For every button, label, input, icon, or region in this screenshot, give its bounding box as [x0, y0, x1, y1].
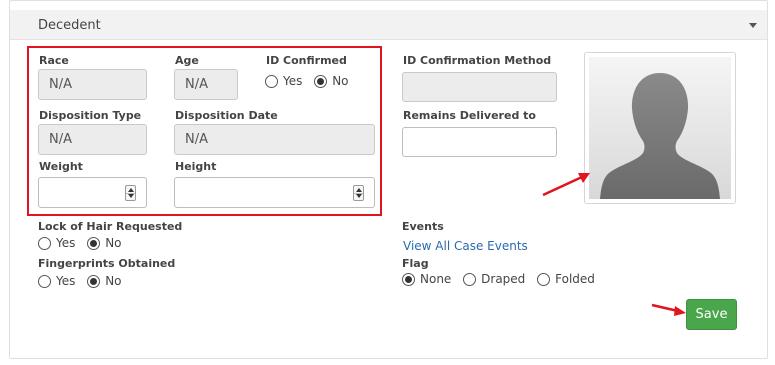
panel-title: Decedent [38, 18, 101, 33]
id-confirmation-method-field [402, 72, 557, 102]
height-label: Height [175, 160, 217, 173]
weight-label: Weight [39, 160, 83, 173]
id-confirmed-no-label: No [332, 74, 349, 88]
lock-of-hair-yes-option[interactable]: Yes [38, 236, 75, 250]
disposition-type-label: Disposition Type [39, 109, 142, 122]
save-button[interactable]: Save [686, 299, 737, 330]
flag-draped-option[interactable]: Draped [463, 272, 525, 286]
race-field: N/A [38, 69, 147, 100]
id-confirmed-no-option[interactable]: No [314, 74, 349, 88]
fingerprints-no-radio[interactable] [87, 274, 101, 288]
fingerprints-no-label: No [105, 274, 122, 288]
view-all-case-events-link[interactable]: View All Case Events [403, 239, 528, 253]
race-label: Race [39, 54, 69, 67]
flag-none-label: None [420, 272, 452, 286]
fingerprints-yes-option[interactable]: Yes [38, 274, 75, 288]
disposition-type-field: N/A [38, 124, 147, 155]
stepper-up-icon[interactable] [356, 188, 362, 192]
decedent-panel-header[interactable]: Decedent [10, 10, 767, 40]
lock-of-hair-yes-label: Yes [56, 236, 76, 250]
flag-none-option[interactable]: None [402, 272, 451, 286]
lock-of-hair-yes-radio[interactable] [38, 236, 51, 250]
lock-of-hair-radio-group: Yes No [38, 236, 130, 253]
flag-label: Flag [402, 257, 429, 270]
lock-of-hair-no-label: No [105, 236, 122, 250]
decedent-photo[interactable] [584, 52, 736, 204]
events-label: Events [402, 220, 444, 233]
id-confirmed-no-radio[interactable] [314, 74, 328, 88]
lock-of-hair-no-option[interactable]: No [87, 236, 122, 250]
id-confirmed-radio-group: Yes No [265, 74, 357, 91]
remains-delivered-to-label: Remains Delivered to [403, 109, 536, 122]
height-stepper[interactable] [353, 185, 364, 201]
flag-radio-group: None Draped Folded [402, 272, 603, 289]
lock-of-hair-label: Lock of Hair Requested [38, 220, 183, 233]
age-field: N/A [174, 69, 238, 100]
height-input[interactable] [174, 177, 375, 208]
person-silhouette-icon [589, 57, 731, 199]
chevron-down-icon[interactable] [749, 23, 757, 28]
flag-folded-label: Folded [555, 272, 595, 286]
stepper-down-icon[interactable] [356, 194, 362, 198]
weight-stepper[interactable] [125, 185, 136, 201]
disposition-date-field: N/A [174, 124, 375, 155]
id-confirmed-label: ID Confirmed [266, 54, 347, 67]
fingerprints-yes-radio[interactable] [38, 274, 51, 288]
id-confirmed-yes-option[interactable]: Yes [265, 74, 302, 88]
flag-folded-option[interactable]: Folded [537, 272, 595, 286]
id-confirmed-yes-label: Yes [283, 74, 303, 88]
age-label: Age [175, 54, 199, 67]
flag-draped-radio[interactable] [463, 272, 477, 286]
fingerprints-label: Fingerprints Obtained [38, 257, 176, 270]
id-confirmed-yes-radio[interactable] [265, 74, 278, 88]
remains-delivered-to-input[interactable] [402, 127, 557, 157]
flag-draped-label: Draped [481, 272, 526, 286]
disposition-date-label: Disposition Date [175, 109, 278, 122]
stepper-down-icon[interactable] [128, 194, 134, 198]
fingerprints-no-option[interactable]: No [87, 274, 122, 288]
lock-of-hair-no-radio[interactable] [87, 236, 101, 250]
fingerprints-yes-label: Yes [56, 274, 76, 288]
stepper-up-icon[interactable] [128, 188, 134, 192]
id-confirmation-method-label: ID Confirmation Method [403, 54, 552, 67]
weight-input[interactable] [38, 177, 147, 208]
fingerprints-radio-group: Yes No [38, 274, 130, 291]
flag-folded-radio[interactable] [537, 272, 551, 286]
flag-none-radio[interactable] [402, 272, 415, 286]
